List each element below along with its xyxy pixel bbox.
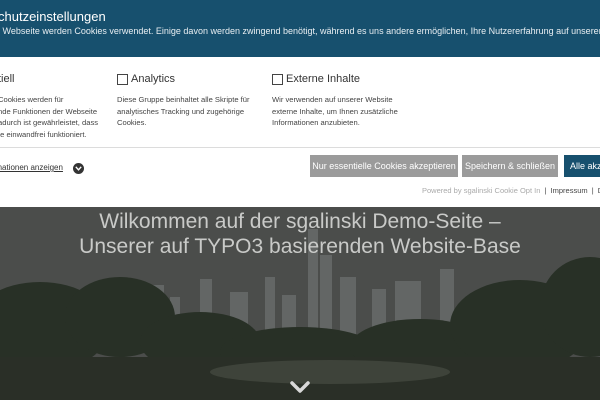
analytics-checkbox[interactable] — [117, 73, 128, 85]
cookie-group-analytics-header[interactable]: Analytics — [117, 71, 267, 87]
separator: | — [544, 186, 547, 195]
hero-heading-line-1: Wilkommen auf der sgalinski Demo-Seite – — [99, 210, 501, 233]
scroll-down-icon[interactable] — [289, 379, 311, 395]
hero-heading-line-2: Unserer auf TYPO3 basierenden Website-Ba… — [79, 235, 521, 258]
separator: | — [591, 186, 594, 195]
text-line: Cookies. — [117, 118, 147, 127]
cookie-banner-title: chutzeinstellungen — [0, 9, 106, 24]
cookie-banner-header: chutzeinstellungen r Webseite werden Coo… — [0, 0, 600, 57]
cookie-group-external-label: Externe Inhalte — [286, 73, 360, 85]
cookie-group-essential-label: tiell — [0, 73, 15, 85]
impressum-link[interactable]: Impressum — [551, 186, 588, 195]
external-content-checkbox[interactable] — [272, 73, 283, 85]
hero-heading: Wilkommen auf der sgalinski Demo-Seite –… — [0, 209, 600, 259]
text-line: Wir verwenden auf unserer Website — [272, 95, 393, 104]
chevron-down-icon[interactable] — [73, 163, 84, 174]
cookie-banner-body: tiell Cookies werden für nde Funktionen … — [0, 57, 600, 207]
cookie-group-external-header[interactable]: Externe Inhalte — [272, 71, 422, 87]
cookie-group-external-text: Wir verwenden auf unserer Website extern… — [272, 94, 422, 129]
accept-all-button[interactable]: Alle akz — [564, 155, 600, 177]
cookie-group-analytics-text: Diese Gruppe beinhaltet alle Skripte für… — [117, 94, 267, 129]
text-line: Informationen anzubieten. — [272, 118, 360, 127]
text-line: externe Inhalte, um Ihnen zusätzliche — [272, 106, 398, 116]
text-line: te einwandfrei funktioniert. — [0, 129, 87, 139]
more-info-link[interactable]: formationen anzeigen — [0, 163, 63, 172]
cookie-group-analytics: Analytics Diese Gruppe beinhaltet alle S… — [117, 71, 267, 129]
cookie-group-external: Externe Inhalte Wir verwenden auf unsere… — [272, 71, 422, 129]
text-line: Diese Gruppe beinhaltet alle Skripte für — [117, 95, 250, 104]
save-and-close-button[interactable]: Speichern & schließen — [462, 155, 558, 177]
powered-by-text: Powered by sgalinski Cookie Opt In — [422, 186, 541, 195]
text-line: analytisches Tracking und zugehörige — [117, 106, 245, 116]
cookie-banner-footer: Powered by sgalinski Cookie Opt In | Imp… — [422, 186, 600, 195]
cookie-group-analytics-label: Analytics — [131, 73, 176, 85]
divider — [0, 147, 600, 148]
cookie-banner-description: r Webseite werden Cookies verwendet. Ein… — [0, 26, 600, 36]
accept-essential-button[interactable]: Nur essentielle Cookies akzeptieren — [310, 155, 458, 177]
